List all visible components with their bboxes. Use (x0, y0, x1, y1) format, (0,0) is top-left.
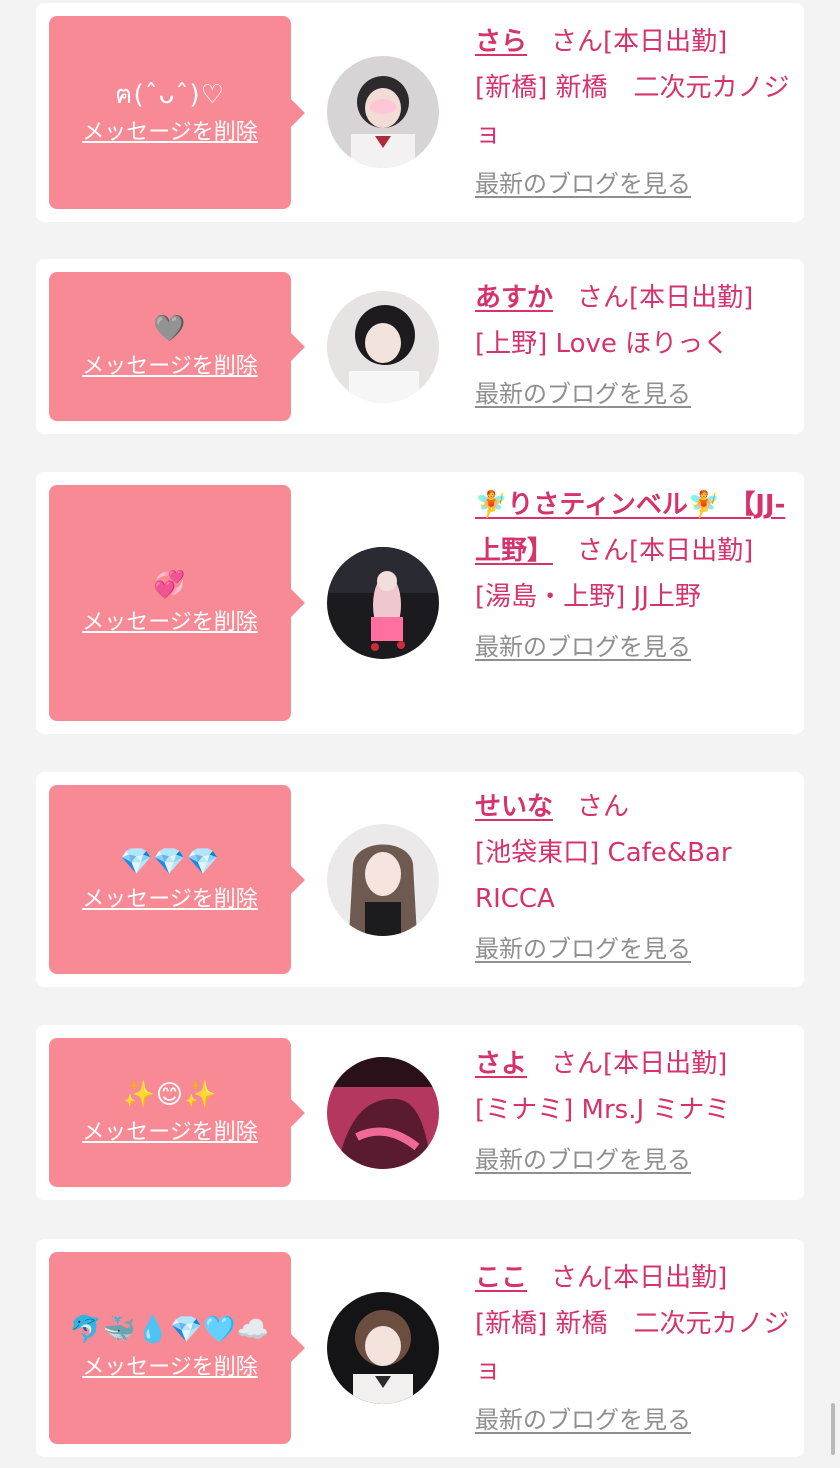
message-text: 🩶 (153, 313, 187, 344)
avatar[interactable] (327, 547, 439, 659)
list-item: ✨😊✨ メッセージを削除 さよ さん[本日出勤] [ミナミ] Mrs.J ミナミ … (36, 1025, 804, 1200)
message-bubble: 💎💎💎 メッセージを削除 (49, 785, 305, 974)
honorific-label: さん (551, 1263, 604, 1293)
honorific-label: さん (577, 283, 630, 313)
delete-message-link[interactable]: メッセージを削除 (82, 885, 258, 915)
list-item: 🩶 メッセージを削除 あすか さん[本日出勤] [上野] Love ほりっく 最新… (36, 259, 804, 434)
status-label: [本日出勤] (629, 283, 754, 313)
latest-blog-link[interactable]: 最新のブログを見る (475, 1403, 691, 1437)
cast-info: あすか さん[本日出勤] [上野] Love ほりっく 最新のブログを見る (475, 275, 793, 411)
shop-label: [湯島・上野] JJ上野 (475, 582, 701, 612)
status-label: [本日出勤] (603, 27, 728, 57)
message-bubble: 💞 メッセージを削除 (49, 485, 305, 721)
shop-label: [新橋] 新橋 二次元カノジョ (475, 1309, 790, 1385)
cast-info: さよ さん[本日出勤] [ミナミ] Mrs.J ミナミ 最新のブログを見る (475, 1041, 793, 1177)
cast-name-link[interactable]: さよ (475, 1049, 527, 1079)
avatar[interactable] (327, 1292, 439, 1404)
avatar[interactable] (327, 824, 439, 936)
shop-label: [新橋] 新橋 二次元カノジョ (475, 73, 790, 149)
honorific-label: さん (577, 536, 630, 566)
shop-label: [池袋東口] Cafe&Bar RICCA (475, 838, 732, 914)
message-bubble: 🐬🐳💧💎🩵☁️ メッセージを削除 (49, 1252, 305, 1444)
latest-blog-link[interactable]: 最新のブログを見る (475, 167, 691, 201)
delete-message-link[interactable]: メッセージを削除 (82, 118, 258, 148)
avatar[interactable] (327, 1057, 439, 1169)
latest-blog-link[interactable]: 最新のブログを見る (475, 377, 691, 411)
list-item: 🐬🐳💧💎🩵☁️ メッセージを削除 ここ さん[本日出勤] [新橋] 新橋 二次元カ… (36, 1239, 804, 1457)
honorific-label: さん (551, 27, 604, 57)
message-text: ฅ(ˆᴗˆ)♡ (115, 79, 225, 110)
delete-message-link[interactable]: メッセージを削除 (82, 608, 258, 638)
status-label: [本日出勤] (603, 1263, 728, 1293)
scrollbar[interactable] (831, 1403, 835, 1455)
message-list: ฅ(ˆᴗˆ)♡ メッセージを削除 さら さん[本日出勤] [新橋] 新橋 二次元カ… (0, 0, 840, 1468)
message-text: 💎💎💎 (119, 846, 221, 877)
cast-name-link[interactable]: あすか (475, 283, 553, 313)
avatar[interactable] (327, 56, 439, 168)
shop-label: [上野] Love ほりっく (475, 329, 730, 359)
message-bubble: ฅ(ˆᴗˆ)♡ メッセージを削除 (49, 16, 305, 209)
cast-info: せいな さん [池袋東口] Cafe&Bar RICCA 最新のブログを見る (475, 784, 793, 966)
latest-blog-link[interactable]: 最新のブログを見る (475, 932, 691, 966)
latest-blog-link[interactable]: 最新のブログを見る (475, 1143, 691, 1177)
status-label: [本日出勤] (603, 1049, 728, 1079)
cast-info: ここ さん[本日出勤] [新橋] 新橋 二次元カノジョ 最新のブログを見る (475, 1255, 793, 1437)
list-item: ฅ(ˆᴗˆ)♡ メッセージを削除 さら さん[本日出勤] [新橋] 新橋 二次元カ… (36, 3, 804, 222)
message-text: ✨😊✨ (122, 1079, 218, 1110)
cast-name-link[interactable]: さら (475, 27, 527, 57)
status-label: [本日出勤] (629, 536, 754, 566)
cast-info: 🧚りさティンベル🧚 【JJ-上野】 さん[本日出勤] [湯島・上野] JJ上野 最… (475, 482, 793, 664)
delete-message-link[interactable]: メッセージを削除 (82, 1353, 258, 1383)
cast-info: さら さん[本日出勤] [新橋] 新橋 二次元カノジョ 最新のブログを見る (475, 19, 793, 201)
cast-name-link[interactable]: ここ (475, 1263, 527, 1293)
message-text: 💞 (153, 570, 187, 600)
honorific-label: さん (551, 1049, 604, 1079)
shop-label: [ミナミ] Mrs.J ミナミ (475, 1095, 731, 1125)
message-text: 🐬🐳💧💎🩵☁️ (69, 1315, 271, 1345)
delete-message-link[interactable]: メッセージを削除 (82, 352, 258, 382)
message-bubble: 🩶 メッセージを削除 (49, 272, 305, 421)
delete-message-link[interactable]: メッセージを削除 (82, 1118, 258, 1148)
list-item: 💎💎💎 メッセージを削除 せいな さん [池袋東口] Cafe&Bar RICCA… (36, 772, 804, 987)
cast-name-link[interactable]: せいな (475, 792, 553, 822)
message-bubble: ✨😊✨ メッセージを削除 (49, 1038, 305, 1187)
honorific-label: さん (577, 792, 630, 822)
list-item: 💞 メッセージを削除 🧚りさティンベル🧚 【JJ-上野】 さん[本日出勤] [湯島… (36, 472, 804, 734)
avatar[interactable] (327, 291, 439, 403)
latest-blog-link[interactable]: 最新のブログを見る (475, 630, 691, 664)
